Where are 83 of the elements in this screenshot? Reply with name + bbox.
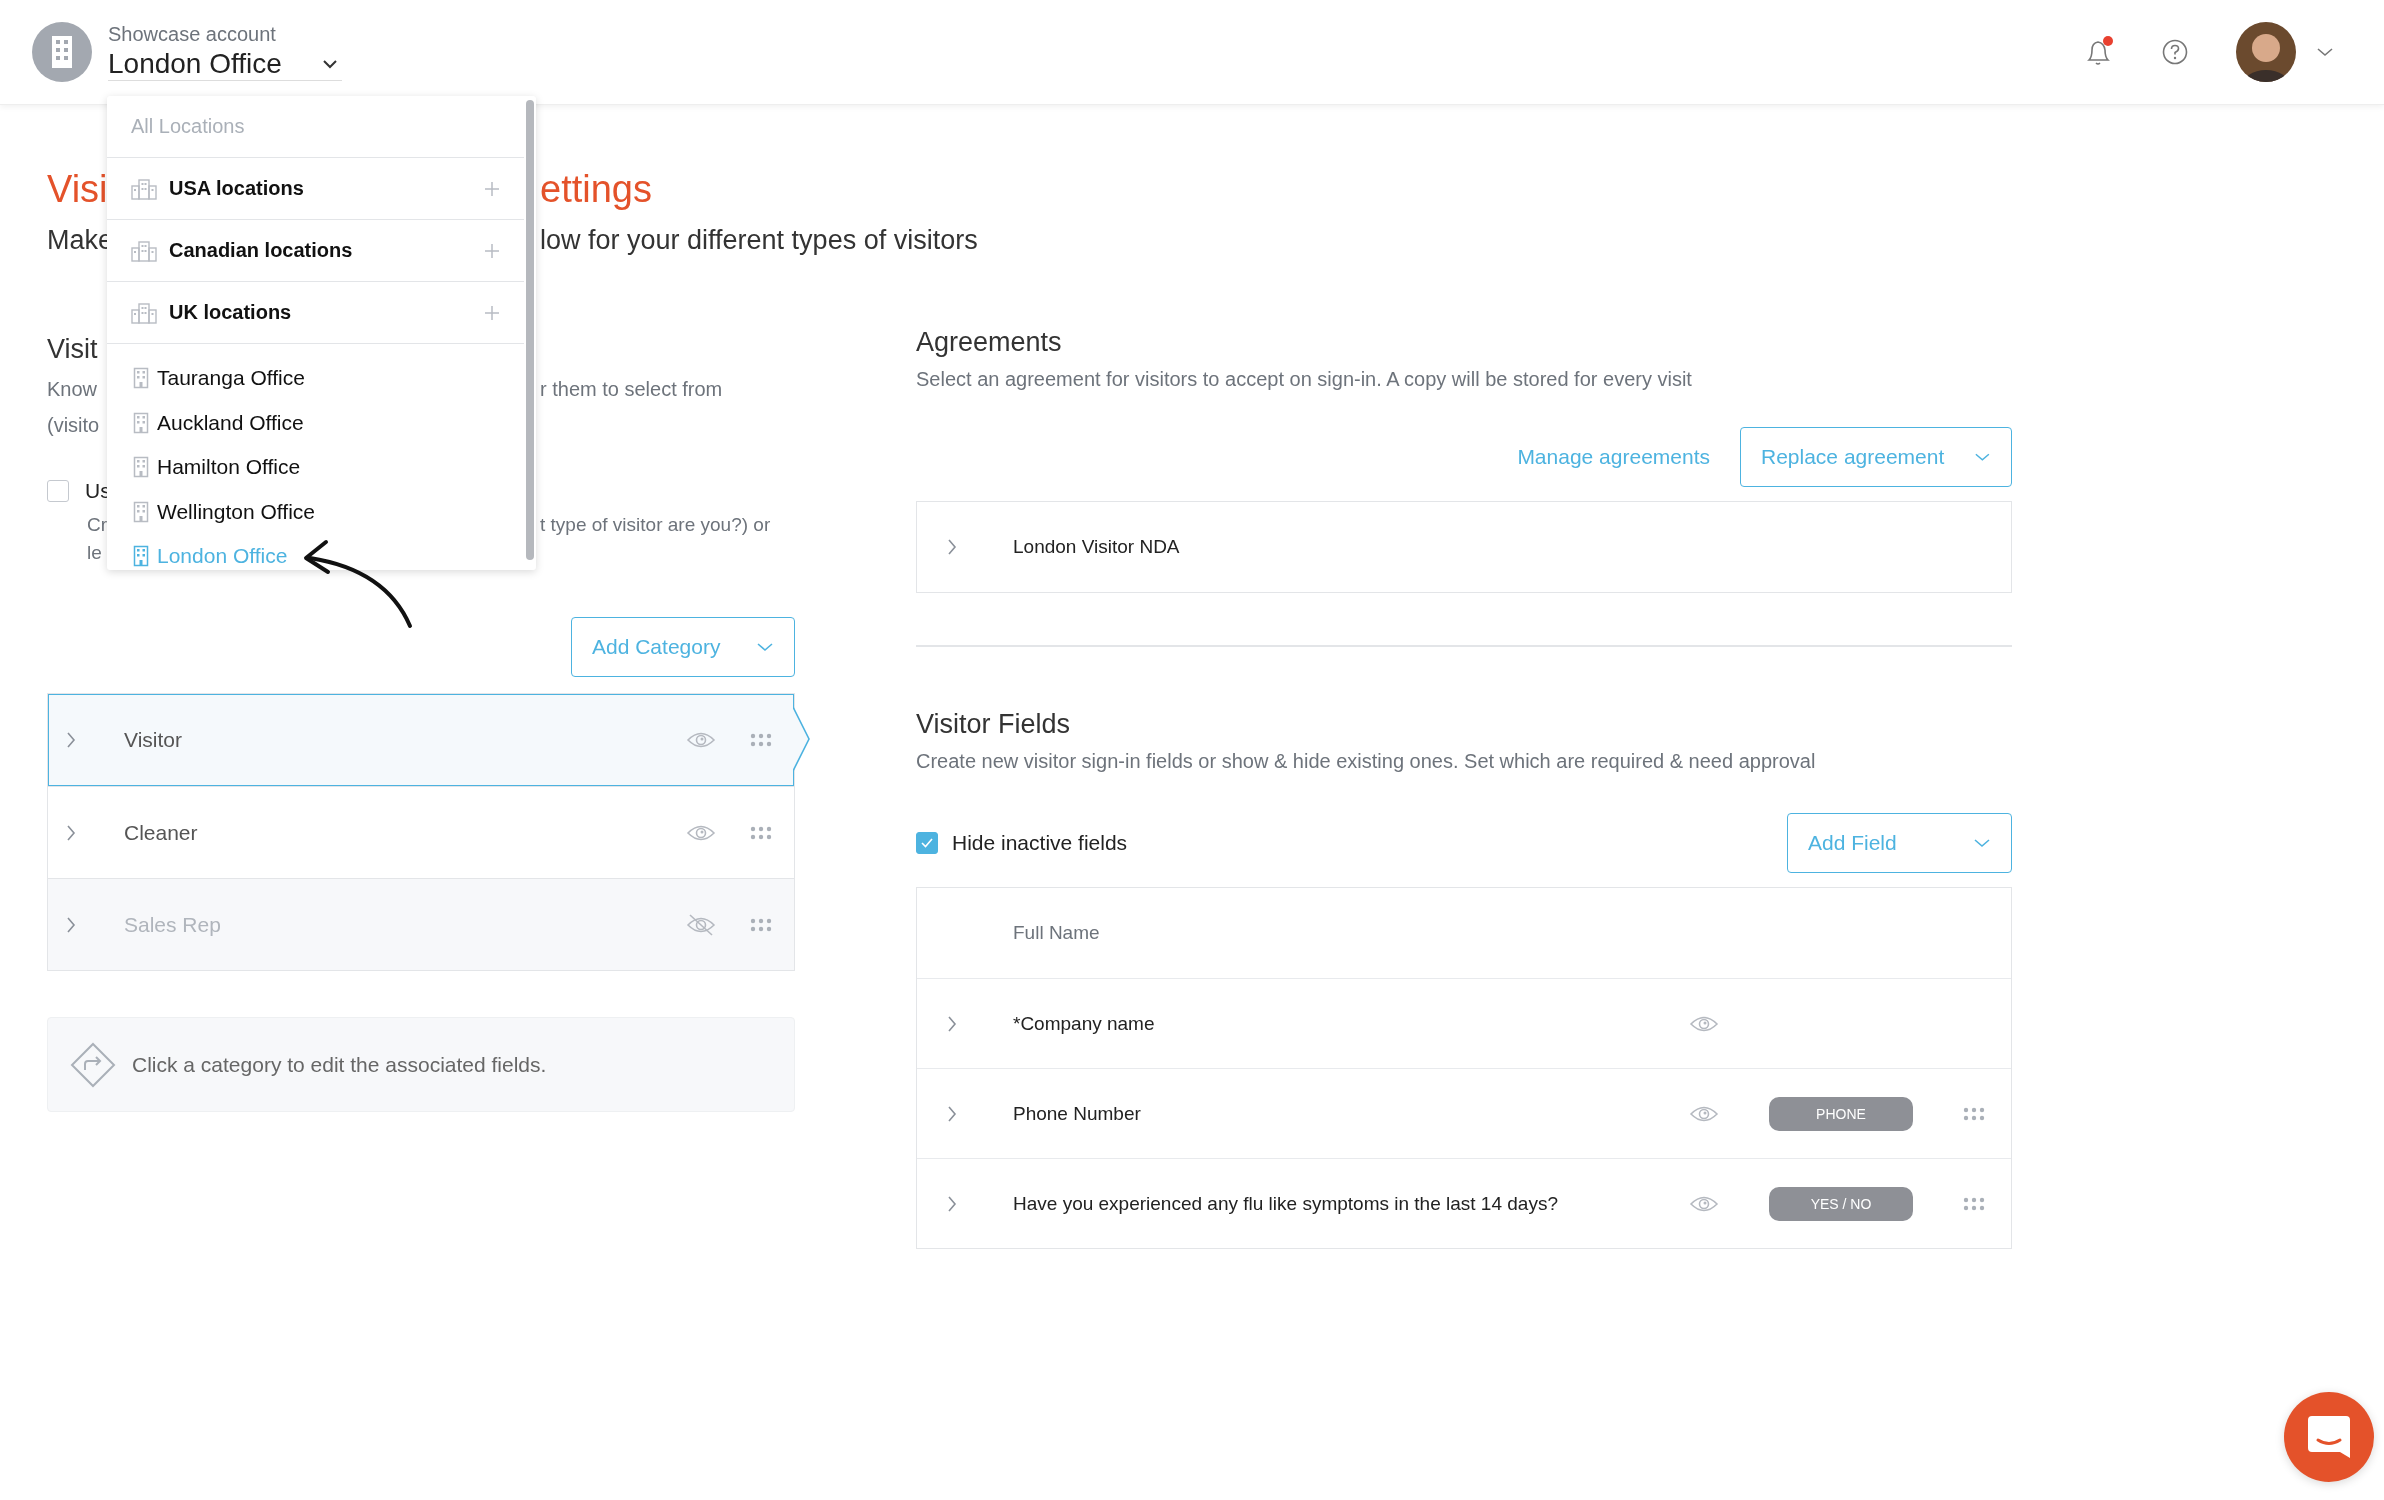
field-type-tag: YES / NO: [1769, 1186, 1913, 1221]
building-icon: [133, 367, 149, 390]
checkmark-icon: [920, 837, 934, 849]
category-name: Sales Rep: [124, 912, 222, 937]
group-label: Canadian locations: [169, 239, 354, 262]
drag-handle-icon[interactable]: [750, 825, 772, 840]
drag-handle-icon[interactable]: [750, 917, 772, 932]
hint-text: Click a category to edit the associated fields.: [132, 1052, 547, 1077]
page-title: ettings: [540, 167, 652, 211]
building-icon: [133, 545, 149, 568]
chevron-right-icon: [947, 1194, 957, 1213]
plus-icon[interactable]: [484, 242, 500, 259]
plus-icon[interactable]: [484, 180, 500, 197]
location-option[interactable]: Wellington Office: [133, 489, 524, 534]
section-heading: Visitor Fields: [916, 709, 1072, 740]
direction-sign-icon: [70, 1041, 116, 1088]
field-row[interactable]: Phone Number PHONE: [917, 1068, 2011, 1158]
chevron-down-icon[interactable]: [2316, 47, 2334, 57]
field-row[interactable]: Have you experienced any flu like symptoms in the last 14 days? YES / NO: [917, 1158, 2011, 1248]
page-subtitle: low for your different types of visitors: [540, 224, 978, 256]
buildings-icon: [131, 301, 157, 324]
option-description: le: [87, 542, 102, 564]
building-icon: [133, 411, 149, 434]
checkbox-label: Hide inactive fields: [952, 831, 1128, 855]
section-description: (visito: [47, 413, 100, 437]
plus-icon[interactable]: [484, 304, 500, 321]
chat-button[interactable]: [2284, 1392, 2374, 1482]
chevron-down-icon: [1974, 452, 1991, 462]
building-icon: [133, 500, 149, 523]
eye-slash-icon[interactable]: [686, 913, 716, 936]
chevron-right-icon: [947, 1104, 957, 1123]
section-description: Know: [47, 377, 98, 401]
chevron-right-icon: [947, 1014, 957, 1033]
group-label: USA locations: [169, 177, 305, 200]
field-name: Full Name: [1013, 922, 1100, 944]
chevron-down-icon: [1973, 838, 1991, 848]
chat-icon: [2306, 1414, 2352, 1460]
page-title: Visi: [47, 167, 108, 211]
section-heading: Visit: [47, 333, 98, 365]
eye-icon[interactable]: [686, 730, 716, 750]
option-description: Cr: [87, 514, 108, 536]
chevron-right-icon: [947, 538, 957, 556]
location-group[interactable]: Canadian locations: [107, 220, 524, 282]
buildings-icon: [131, 239, 157, 262]
chevron-right-icon: [66, 915, 76, 934]
avatar[interactable]: [2236, 22, 2296, 82]
field-type-tag: PHONE: [1769, 1096, 1913, 1131]
checkbox[interactable]: [47, 480, 69, 502]
section-description: Select an agreement for visitors to accept on sign-in. A copy will be stored for every visit: [916, 368, 1693, 391]
section-description: Create new visitor sign-in fields or show & hide existing ones. Set which are required & need approval: [916, 750, 1817, 773]
chevron-down-icon: [756, 642, 774, 652]
drag-handle-icon[interactable]: [1963, 1196, 1985, 1211]
category-name: Cleaner: [124, 820, 199, 845]
building-icon: [133, 456, 149, 479]
selection-pointer-icon: [793, 707, 811, 771]
field-row[interactable]: *Company name: [917, 978, 2011, 1068]
checkbox[interactable]: [916, 832, 938, 854]
location-selector[interactable]: London Office: [108, 48, 342, 81]
building-icon: [32, 22, 92, 82]
location-group[interactable]: USA locations: [107, 158, 524, 220]
location-group[interactable]: UK locations: [107, 282, 524, 344]
section-heading: Agreements: [916, 327, 1063, 358]
field-name: *Company name: [1013, 1012, 1156, 1035]
location-option[interactable]: Auckland Office: [133, 400, 524, 445]
drag-handle-icon[interactable]: [1963, 1106, 1985, 1121]
field-name: Phone Number: [1013, 1102, 1142, 1125]
section-description: r them to select from: [540, 377, 723, 401]
field-name: Have you experienced any flu like symptoms in the last 14 days?: [1013, 1192, 1559, 1215]
drag-handle-icon[interactable]: [750, 733, 772, 747]
help-icon[interactable]: [2162, 39, 2188, 65]
buildings-icon: [131, 177, 157, 200]
chevron-down-icon: [321, 59, 338, 69]
location-option[interactable]: Tauranga Office: [133, 356, 524, 401]
scrollbar[interactable]: [526, 100, 534, 560]
account-name: Showcase account: [108, 23, 277, 46]
option-description: t type of visitor are you?) or: [540, 514, 771, 536]
agreement-name: London Visitor NDA: [1013, 536, 1180, 558]
chevron-right-icon: [66, 731, 76, 749]
location-option[interactable]: Hamilton Office: [133, 445, 524, 490]
chevron-right-icon: [66, 823, 76, 842]
group-label: UK locations: [169, 301, 293, 324]
agreement-row[interactable]: London Visitor NDA: [917, 502, 2011, 592]
category-name: Visitor: [124, 728, 183, 752]
